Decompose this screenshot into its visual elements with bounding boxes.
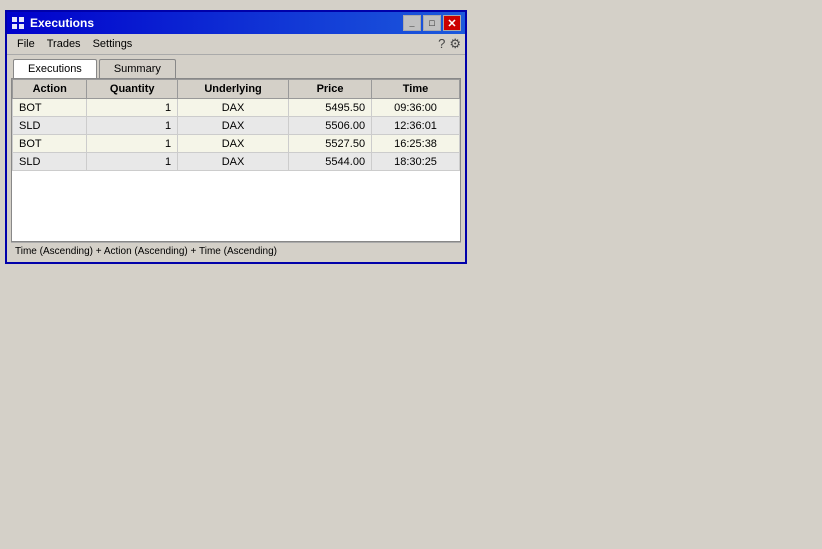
minimize-button[interactable]: _ bbox=[403, 15, 421, 31]
cell-time: 16:25:38 bbox=[372, 135, 460, 153]
cell-action: BOT bbox=[13, 135, 87, 153]
menu-settings[interactable]: Settings bbox=[87, 36, 139, 52]
table-row: SLD 1 DAX 5544.00 18:30:25 bbox=[13, 153, 460, 171]
cell-underlying: DAX bbox=[178, 99, 289, 117]
content-area: Action Quantity Underlying Price Time BO… bbox=[11, 78, 461, 242]
col-price: Price bbox=[289, 80, 372, 99]
title-bar: Executions _ □ ✕ bbox=[7, 12, 465, 34]
cell-price: 5495.50 bbox=[289, 99, 372, 117]
table-header-row: Action Quantity Underlying Price Time bbox=[13, 80, 460, 99]
table-container: Action Quantity Underlying Price Time BO… bbox=[12, 79, 460, 241]
maximize-button[interactable]: □ bbox=[423, 15, 441, 31]
tabs: Executions Summary bbox=[7, 55, 465, 78]
tab-executions[interactable]: Executions bbox=[13, 59, 97, 78]
cell-underlying: DAX bbox=[178, 135, 289, 153]
cell-price: 5506.00 bbox=[289, 117, 372, 135]
window-icon bbox=[11, 16, 25, 30]
executions-table: Action Quantity Underlying Price Time BO… bbox=[12, 79, 460, 241]
cell-time: 18:30:25 bbox=[372, 153, 460, 171]
cell-quantity: 1 bbox=[87, 99, 178, 117]
cell-price: 5544.00 bbox=[289, 153, 372, 171]
empty-row bbox=[13, 171, 460, 241]
menu-icons: ? ⚙ bbox=[438, 36, 461, 52]
cell-price: 5527.50 bbox=[289, 135, 372, 153]
executions-window: Executions _ □ ✕ File Trades Settings ? … bbox=[5, 10, 467, 264]
help-icon[interactable]: ? bbox=[438, 36, 445, 52]
tool-icon[interactable]: ⚙ bbox=[449, 36, 461, 52]
col-underlying: Underlying bbox=[178, 80, 289, 99]
menu-bar: File Trades Settings ? ⚙ bbox=[7, 34, 465, 55]
cell-quantity: 1 bbox=[87, 135, 178, 153]
window-title: Executions bbox=[30, 16, 403, 30]
cell-quantity: 1 bbox=[87, 153, 178, 171]
menu-trades[interactable]: Trades bbox=[41, 36, 87, 52]
cell-underlying: DAX bbox=[178, 153, 289, 171]
table-row: BOT 1 DAX 5527.50 16:25:38 bbox=[13, 135, 460, 153]
cell-time: 12:36:01 bbox=[372, 117, 460, 135]
cell-quantity: 1 bbox=[87, 117, 178, 135]
close-button[interactable]: ✕ bbox=[443, 15, 461, 31]
cell-action: BOT bbox=[13, 99, 87, 117]
status-bar: Time (Ascending) + Action (Ascending) + … bbox=[11, 242, 461, 260]
col-action: Action bbox=[13, 80, 87, 99]
menu-file[interactable]: File bbox=[11, 36, 41, 52]
title-bar-buttons: _ □ ✕ bbox=[403, 15, 461, 31]
cell-action: SLD bbox=[13, 117, 87, 135]
col-time: Time bbox=[372, 80, 460, 99]
table-row: BOT 1 DAX 5495.50 09:36:00 bbox=[13, 99, 460, 117]
tab-summary[interactable]: Summary bbox=[99, 59, 176, 78]
cell-underlying: DAX bbox=[178, 117, 289, 135]
col-quantity: Quantity bbox=[87, 80, 178, 99]
cell-action: SLD bbox=[13, 153, 87, 171]
table-row: SLD 1 DAX 5506.00 12:36:01 bbox=[13, 117, 460, 135]
status-text: Time (Ascending) + Action (Ascending) + … bbox=[15, 246, 277, 257]
cell-time: 09:36:00 bbox=[372, 99, 460, 117]
